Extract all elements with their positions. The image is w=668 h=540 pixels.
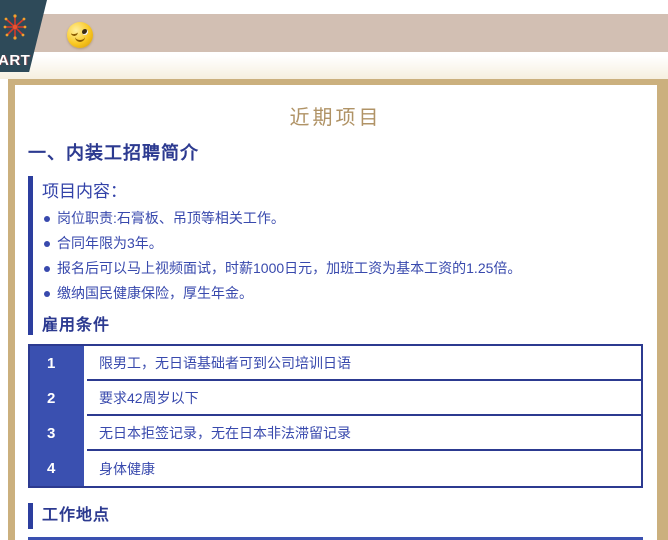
row-number-cell: 3 bbox=[30, 416, 84, 451]
conditions-table: 1 限男工，无日语基础者可到公司培训日语 2 要求42周岁以下 3 无日本拒签记… bbox=[28, 344, 643, 488]
table-row: 2 要求42周岁以下 bbox=[30, 381, 641, 416]
project-content-block: 项目内容： 岗位职责:石膏板、吊顶等相关工作。 合同年限为3年。 报名后可以马上… bbox=[28, 176, 643, 335]
row-number-cell: 2 bbox=[30, 381, 84, 416]
page-header: ART bbox=[0, 0, 668, 79]
conditions-heading: 雇用条件 bbox=[42, 311, 643, 335]
list-item: 合同年限为3年。 bbox=[42, 231, 643, 256]
row-text-cell: 身体健康 bbox=[87, 451, 641, 486]
badge-label: ART bbox=[0, 52, 30, 69]
wink-emoji-icon bbox=[67, 22, 93, 48]
table-row: 3 无日本拒签记录，无在日本非法滞留记录 bbox=[30, 416, 641, 451]
header-beige-bar bbox=[0, 14, 668, 52]
table-row: 1 限男工，无日语基础者可到公司培训日语 bbox=[30, 346, 641, 381]
list-item: 报名后可以马上视频面试，时薪1000日元，加班工资为基本工资的1.25倍。 bbox=[42, 256, 643, 281]
row-text-cell: 要求42周岁以下 bbox=[87, 381, 641, 416]
wink-eye-open bbox=[82, 29, 88, 35]
content-frame: 近期项目 一、内装工招聘简介 项目内容： 岗位职责:石膏板、吊顶等相关工作。 合… bbox=[8, 79, 668, 540]
table-row: 4 身体健康 bbox=[30, 451, 641, 486]
row-text-cell: 无日本拒签记录，无在日本非法滞留记录 bbox=[87, 416, 641, 451]
fireworks-icon bbox=[2, 13, 28, 43]
row-text-cell: 限男工，无日语基础者可到公司培训日语 bbox=[87, 346, 641, 381]
project-content-heading: 项目内容： bbox=[42, 176, 643, 202]
content-body: 近期项目 一、内装工招聘简介 项目内容： 岗位职责:石膏板、吊顶等相关工作。 合… bbox=[15, 101, 657, 540]
list-item: 缴纳国民健康保险，厚生年金。 bbox=[42, 281, 643, 306]
list-item: 岗位职责:石膏板、吊顶等相关工作。 bbox=[42, 206, 643, 231]
row-number-cell: 1 bbox=[30, 346, 84, 381]
location-heading: 工作地点 bbox=[28, 503, 643, 529]
row-number-cell: 4 bbox=[30, 451, 84, 486]
page-title: 近期项目 bbox=[28, 101, 643, 130]
wink-mouth bbox=[75, 36, 85, 42]
header-gradient-strip bbox=[0, 56, 668, 79]
project-bullet-list: 岗位职责:石膏板、吊顶等相关工作。 合同年限为3年。 报名后可以马上视频面试，时… bbox=[42, 206, 643, 306]
section-title: 一、内装工招聘简介 bbox=[28, 139, 643, 165]
